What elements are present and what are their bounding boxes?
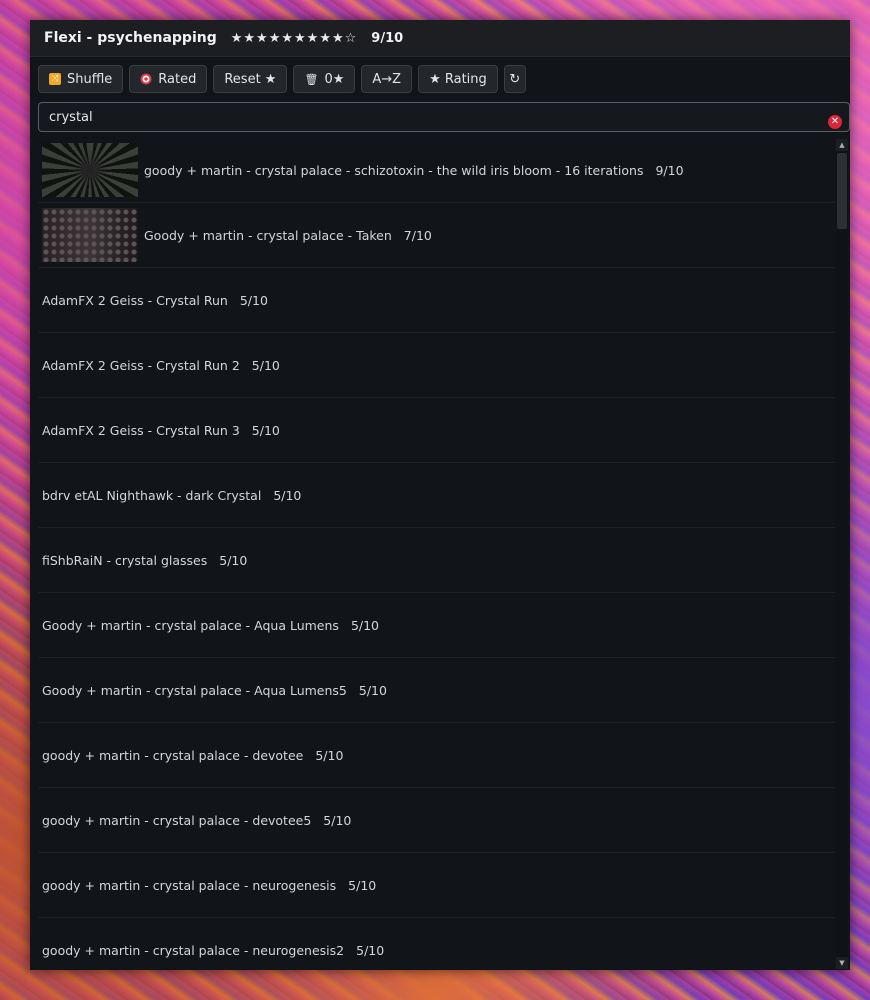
preset-name: goody + martin - crystal palace - devote… — [42, 747, 304, 763]
preset-rating: 5/10 — [350, 617, 380, 633]
preset-name: goody + martin - crystal palace - neurog… — [42, 942, 345, 958]
trash-icon: 🗑 — [304, 72, 319, 86]
sort-rating-label: ★ Rating — [429, 71, 487, 87]
preset-rating: 5/10 — [251, 422, 280, 438]
preset-rating: 9/10 — [655, 162, 684, 178]
preset-rating: 5/10 — [251, 357, 280, 373]
preset-rating: 5/10 — [239, 292, 268, 308]
list-item[interactable]: goody + martin - crystal palace - schizo… — [38, 138, 835, 203]
current-rating: 9/10 — [371, 30, 404, 46]
preset-rating: 5/10 — [273, 487, 302, 503]
list-item[interactable]: fiShbRaiN - crystal glasses 5/10 — [38, 528, 835, 593]
preset-name: AdamFX 2 Geiss - Crystal Run 3 — [42, 422, 240, 438]
rated-button[interactable]: Rated — [129, 65, 208, 93]
toolbar: ⤨ Shuffle Rated Reset ★ 🗑 0★ A→Z ★ Ratin… — [30, 57, 850, 95]
preset-list[interactable]: goody + martin - crystal palace - schizo… — [38, 138, 835, 970]
reset-rating-button[interactable]: Reset ★ — [213, 65, 288, 93]
title-bar: Flexi - psychenapping ★★★★★★★★★☆ 9/10 — [30, 20, 850, 57]
preset-name: AdamFX 2 Geiss - Crystal Run 2 — [42, 357, 240, 373]
list-item[interactable]: goody + martin - crystal palace - neurog… — [38, 853, 835, 918]
shuffle-label: Shuffle — [67, 71, 113, 87]
list-item[interactable]: Goody + martin - crystal palace - Aqua L… — [38, 658, 835, 723]
list-scrollbar[interactable]: ▲ ▼ — [836, 139, 848, 969]
preset-rating: 5/10 — [356, 942, 385, 958]
preset-name: Goody + martin - crystal palace - Aqua L… — [42, 682, 347, 698]
preset-rating: 7/10 — [403, 227, 432, 243]
preset-name: bdrv etAL Nighthawk - dark Crystal — [42, 487, 262, 503]
window-title: Flexi - psychenapping — [44, 30, 217, 46]
reset-label: Reset ★ — [224, 71, 277, 87]
preset-name: goody + martin - crystal palace - devote… — [42, 812, 312, 828]
sort-alpha-label: A→Z — [372, 71, 402, 87]
list-item[interactable]: AdamFX 2 Geiss - Crystal Run 5/10 — [38, 268, 835, 333]
list-item[interactable]: Goody + martin - crystal palace - Taken … — [38, 203, 835, 268]
preset-thumbnail — [42, 208, 138, 262]
scrollbar-thumb[interactable] — [837, 153, 847, 229]
preset-rating: 5/10 — [315, 747, 344, 763]
rated-label: Rated — [158, 71, 197, 87]
preset-rating: 5/10 — [348, 877, 377, 893]
preset-thumbnail — [42, 143, 138, 197]
rating-stars: ★★★★★★★★★☆ — [230, 30, 358, 46]
preset-name: Goody + martin - crystal palace - Aqua L… — [42, 617, 339, 633]
scroll-up-icon[interactable]: ▲ — [836, 139, 848, 151]
list-item[interactable]: AdamFX 2 Geiss - Crystal Run 3 5/10 — [38, 398, 835, 463]
list-item[interactable]: goody + martin - crystal palace - devote… — [38, 788, 835, 853]
preset-name: Goody + martin - crystal palace - Taken — [144, 227, 392, 243]
preset-rating: 5/10 — [323, 812, 352, 828]
list-item[interactable]: Goody + martin - crystal palace - Aqua L… — [38, 593, 835, 658]
preset-name: goody + martin - crystal palace - neurog… — [42, 877, 337, 893]
list-item[interactable]: AdamFX 2 Geiss - Crystal Run 2 5/10 — [38, 333, 835, 398]
preset-rating: 5/10 — [358, 682, 387, 698]
zero-star-label: 0★ — [324, 71, 345, 87]
list-item[interactable]: goody + martin - crystal palace - neurog… — [38, 918, 835, 970]
preset-browser-window: Flexi - psychenapping ★★★★★★★★★☆ 9/10 ⤨ … — [30, 20, 850, 970]
preset-name: goody + martin - crystal palace - schizo… — [144, 162, 644, 178]
refresh-icon: ↻ — [509, 71, 521, 87]
scroll-down-icon[interactable]: ▼ — [836, 957, 848, 969]
sort-alpha-button[interactable]: A→Z — [361, 65, 413, 93]
list-item[interactable]: bdrv etAL Nighthawk - dark Crystal 5/10 — [38, 463, 835, 528]
clear-search-icon[interactable]: ✕ — [828, 115, 842, 129]
sort-rating-button[interactable]: ★ Rating — [418, 65, 498, 93]
target-icon — [140, 73, 152, 85]
refresh-button[interactable]: ↻ — [503, 65, 526, 93]
shuffle-icon: ⤨ — [49, 73, 61, 85]
list-item[interactable]: goody + martin - crystal palace - devote… — [38, 723, 835, 788]
preset-name: fiShbRaiN - crystal glasses — [42, 552, 208, 568]
preset-rating: 5/10 — [219, 552, 248, 568]
preset-name: AdamFX 2 Geiss - Crystal Run — [42, 292, 228, 308]
search-bar: ✕ — [30, 95, 850, 132]
zero-star-filter-button[interactable]: 🗑 0★ — [293, 65, 356, 93]
search-input[interactable] — [38, 102, 850, 132]
shuffle-button[interactable]: ⤨ Shuffle — [38, 65, 124, 93]
